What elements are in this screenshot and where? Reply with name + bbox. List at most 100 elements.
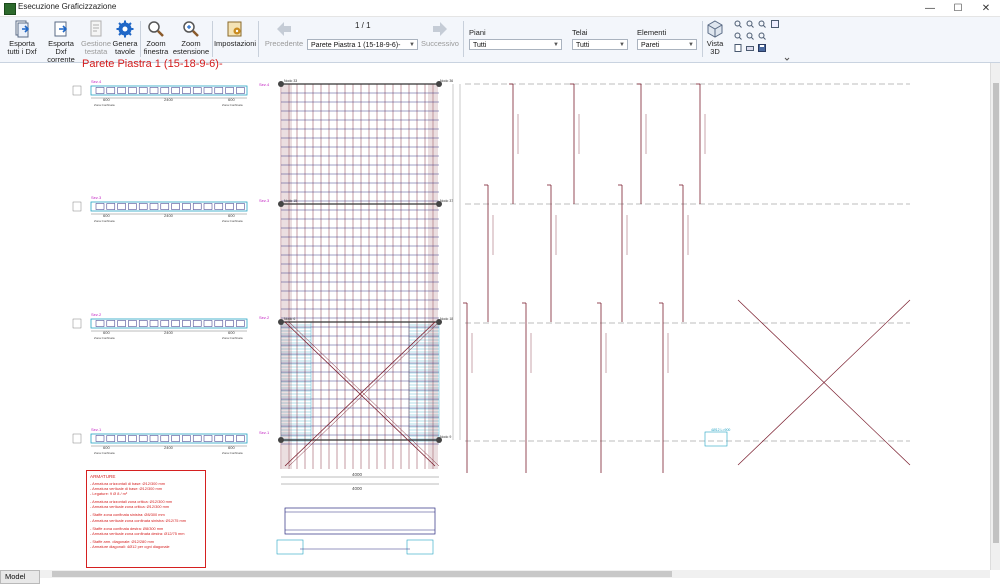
ribbon-collapse-icon[interactable] xyxy=(783,55,791,63)
dim-right: 600 xyxy=(228,445,235,450)
generate-sheets-button[interactable]: Genera tavole xyxy=(112,20,138,56)
section-stirrup xyxy=(236,320,245,327)
section-stirrup xyxy=(203,435,213,442)
view-3d-label2: 3D xyxy=(710,47,720,56)
page-counter: 1 / 1 xyxy=(355,21,371,30)
dim-left: 600 xyxy=(103,97,110,102)
telai-value: Tutti xyxy=(576,42,590,49)
section-stirrup xyxy=(225,320,234,327)
document-icon xyxy=(90,20,102,37)
gear-icon xyxy=(116,20,134,38)
section-stirrup xyxy=(138,435,148,442)
element-select-value: Parete Piastra 1 (15-18-9-6)- xyxy=(311,42,401,49)
horizontal-scrollbar[interactable] xyxy=(40,570,990,578)
cube-icon xyxy=(707,20,723,38)
section-stirrup xyxy=(106,203,116,210)
dim-right: 600 xyxy=(228,330,235,335)
section-stirrup xyxy=(236,87,245,94)
zoom-in-icon[interactable] xyxy=(734,20,742,28)
section-stirrup xyxy=(149,320,159,327)
section-stirrup xyxy=(225,203,234,210)
section-stirrup xyxy=(106,87,116,94)
previous-button[interactable]: Precedente xyxy=(264,20,304,48)
section-stirrup xyxy=(192,87,202,94)
section-stirrup xyxy=(106,320,116,327)
section-label: Sez.4 xyxy=(91,79,102,84)
dim-mid: 2400 xyxy=(164,97,174,102)
zoom-out-icon[interactable] xyxy=(746,20,754,28)
section-label: Sez.1 xyxy=(91,427,102,432)
section-stirrup xyxy=(117,320,126,327)
arrow-right-icon xyxy=(433,22,447,36)
zoom-extents-button[interactable]: Zoom estensione xyxy=(173,20,209,56)
ribbon-separator xyxy=(702,21,703,57)
section-stirrup xyxy=(214,203,224,210)
header-management-button[interactable]: Gestione testata xyxy=(81,20,111,56)
section-label: Sez.2 xyxy=(91,312,102,317)
export-all-dxf-button[interactable]: Esporta tutti i Dxf xyxy=(6,20,38,56)
chevron-down-icon: ▼ xyxy=(553,42,559,48)
zoom-realtime-icon[interactable] xyxy=(734,32,742,40)
section-stirrup xyxy=(138,203,148,210)
section-stirrup xyxy=(128,435,137,442)
horizontal-scroll-thumb[interactable] xyxy=(52,571,672,577)
node-label: Nodo 33 xyxy=(284,79,297,83)
chevron-down-icon: ▼ xyxy=(619,42,625,48)
piani-select[interactable]: Tutti ▼ xyxy=(469,39,562,50)
close-button[interactable]: ✕ xyxy=(972,0,1000,16)
settings-button[interactable]: Impostazioni xyxy=(214,20,256,48)
section-stirrup xyxy=(171,203,180,210)
overall-dim-label: 4000 xyxy=(352,486,363,491)
notes-lines: - Armatura orizzontali di base: Ø12/300 … xyxy=(87,481,205,549)
telai-label: Telai xyxy=(572,28,588,37)
vertical-scroll-thumb[interactable] xyxy=(993,83,999,543)
next-button[interactable]: Successivo xyxy=(420,20,460,48)
zoom-center-icon[interactable] xyxy=(758,32,766,40)
section-stirrup xyxy=(236,203,245,210)
section-stirrup xyxy=(128,203,137,210)
zoom-all-icon[interactable] xyxy=(746,32,754,40)
ribbon-separator xyxy=(463,21,464,57)
zone-label-right: Zona Confinata xyxy=(222,336,243,340)
dim-left: 600 xyxy=(103,213,110,218)
node-label: Nodo 9 xyxy=(440,435,451,439)
window-title: Esecuzione Graficizzazione xyxy=(18,2,117,11)
vertical-scrollbar[interactable] xyxy=(990,63,1000,570)
diagonal-stirrup-detail xyxy=(704,431,728,447)
section-end-marker xyxy=(72,201,82,212)
section-ref-label: Sez.4 xyxy=(259,82,270,87)
header-management-label2: testata xyxy=(84,47,108,56)
zoom-window-button[interactable]: Zoom finestra xyxy=(143,20,169,56)
zoom-prev-icon[interactable] xyxy=(758,20,766,28)
export-all-icon xyxy=(15,20,30,38)
print-icon[interactable] xyxy=(746,44,754,52)
section-stirrup xyxy=(128,87,137,94)
elementi-select[interactable]: Pareti ▼ xyxy=(637,39,697,50)
page-icon[interactable] xyxy=(734,44,742,52)
elementi-label: Elementi xyxy=(637,28,667,37)
minimize-button[interactable]: — xyxy=(916,0,944,16)
section-stirrup xyxy=(225,435,234,442)
section-stirrup xyxy=(95,203,105,210)
telai-select[interactable]: Tutti ▼ xyxy=(572,39,628,50)
section-stirrup xyxy=(182,87,191,94)
ribbon-toolbar: Esporta tutti i Dxf Esporta Dxf corrente… xyxy=(0,17,1000,64)
section-end-marker xyxy=(72,433,82,444)
settings-icon xyxy=(227,21,242,37)
maximize-button[interactable]: ☐ xyxy=(944,0,972,16)
dim-left: 600 xyxy=(103,330,110,335)
window-icon[interactable] xyxy=(771,20,779,28)
section-ref-label: Sez.2 xyxy=(259,315,270,320)
save-icon[interactable] xyxy=(758,44,766,52)
model-tab[interactable]: Model xyxy=(0,570,40,584)
piani-value: Tutti xyxy=(473,42,487,49)
section-stirrup xyxy=(192,320,202,327)
generate-sheets-label2: tavole xyxy=(114,47,135,56)
notes-line: - Armature diagonali: 4Ø12 per ogni diag… xyxy=(90,543,170,549)
element-select[interactable]: Parete Piastra 1 (15-18-9-6)- ▼ xyxy=(307,39,418,50)
elementi-value: Pareti xyxy=(641,42,660,49)
export-current-label1: Esporta Dxf xyxy=(48,39,74,56)
view-3d-button[interactable]: Vista 3D xyxy=(704,20,726,56)
export-current-dxf-button[interactable]: Esporta Dxf corrente xyxy=(42,20,80,64)
node-label: Nodo 36 xyxy=(440,79,453,83)
